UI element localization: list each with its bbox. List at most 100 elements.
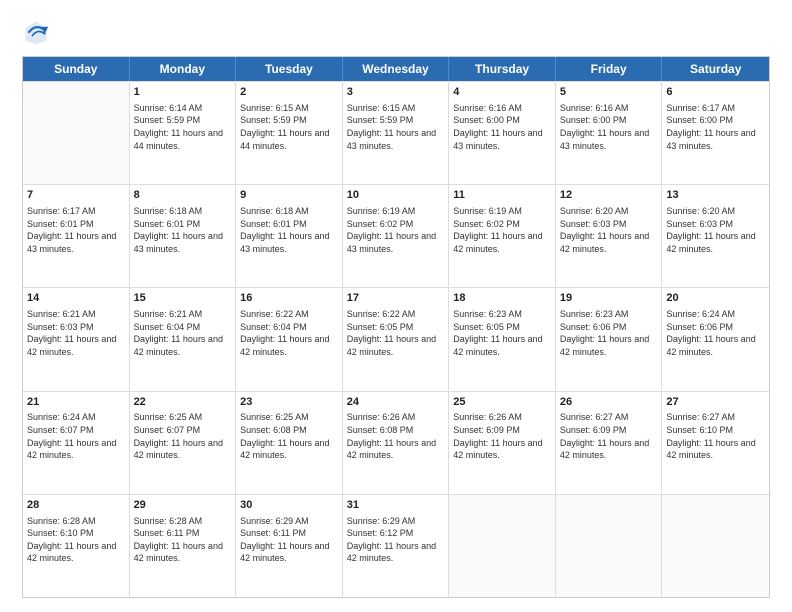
calendar-cell bbox=[23, 82, 130, 184]
cell-info: Sunrise: 6:27 AMSunset: 6:09 PMDaylight:… bbox=[560, 411, 658, 461]
calendar-row-0: 1Sunrise: 6:14 AMSunset: 5:59 PMDaylight… bbox=[23, 81, 769, 184]
day-number: 25 bbox=[453, 395, 551, 410]
logo bbox=[22, 18, 54, 46]
calendar-cell: 25Sunrise: 6:26 AMSunset: 6:09 PMDayligh… bbox=[449, 392, 556, 494]
day-number: 27 bbox=[666, 395, 765, 410]
header-day-tuesday: Tuesday bbox=[236, 57, 343, 81]
header-day-sunday: Sunday bbox=[23, 57, 130, 81]
calendar: SundayMondayTuesdayWednesdayThursdayFrid… bbox=[22, 56, 770, 598]
day-number: 14 bbox=[27, 291, 125, 306]
day-number: 8 bbox=[134, 188, 232, 203]
calendar-cell: 3 Sunrise: 6:15 AMSunset: 5:59 PMDaylight… bbox=[343, 82, 450, 184]
calendar-cell bbox=[449, 495, 556, 597]
page: SundayMondayTuesdayWednesdayThursdayFrid… bbox=[0, 0, 792, 612]
calendar-cell: 21Sunrise: 6:24 AMSunset: 6:07 PMDayligh… bbox=[23, 392, 130, 494]
calendar-cell: 9Sunrise: 6:18 AMSunset: 6:01 PMDaylight… bbox=[236, 185, 343, 287]
day-number: 12 bbox=[560, 188, 658, 203]
calendar-cell: 17 Sunrise: 6:22 AMSunset: 6:05 PMDayligh… bbox=[343, 288, 450, 390]
day-number: 10 bbox=[347, 188, 445, 203]
cell-info: Sunrise: 6:21 AMSunset: 6:04 PMDaylight:… bbox=[134, 308, 232, 358]
calendar-row-1: 7 Sunrise: 6:17 AMSunset: 6:01 PMDaylight… bbox=[23, 184, 769, 287]
cell-info: Sunrise: 6:26 AMSunset: 6:08 PMDaylight:… bbox=[347, 411, 445, 461]
calendar-cell: 29 Sunrise: 6:28 AMSunset: 6:11 PMDayligh… bbox=[130, 495, 237, 597]
calendar-cell: 7 Sunrise: 6:17 AMSunset: 6:01 PMDaylight… bbox=[23, 185, 130, 287]
cell-info: Sunrise: 6:15 AMSunset: 5:59 PMDaylight:… bbox=[240, 102, 338, 152]
cell-info: Sunrise: 6:17 AMSunset: 6:00 PMDaylight:… bbox=[666, 102, 765, 152]
day-number: 6 bbox=[666, 85, 765, 100]
calendar-cell: 13Sunrise: 6:20 AMSunset: 6:03 PMDayligh… bbox=[662, 185, 769, 287]
header-day-wednesday: Wednesday bbox=[343, 57, 450, 81]
calendar-cell: 23Sunrise: 6:25 AMSunset: 6:08 PMDayligh… bbox=[236, 392, 343, 494]
day-number: 23 bbox=[240, 395, 338, 410]
day-number: 4 bbox=[453, 85, 551, 100]
header-day-saturday: Saturday bbox=[662, 57, 769, 81]
cell-info: Sunrise: 6:25 AMSunset: 6:08 PMDaylight:… bbox=[240, 411, 338, 461]
cell-info: Sunrise: 6:29 AMSunset: 6:11 PMDaylight:… bbox=[240, 515, 338, 565]
calendar-body: 1Sunrise: 6:14 AMSunset: 5:59 PMDaylight… bbox=[23, 81, 769, 597]
cell-info: Sunrise: 6:23 AMSunset: 6:05 PMDaylight:… bbox=[453, 308, 551, 358]
logo-icon bbox=[22, 18, 50, 46]
calendar-cell bbox=[556, 495, 663, 597]
calendar-cell: 18Sunrise: 6:23 AMSunset: 6:05 PMDayligh… bbox=[449, 288, 556, 390]
day-number: 28 bbox=[27, 498, 125, 513]
cell-info: Sunrise: 6:15 AMSunset: 5:59 PMDaylight:… bbox=[347, 102, 445, 152]
calendar-row-2: 14 Sunrise: 6:21 AMSunset: 6:03 PMDayligh… bbox=[23, 287, 769, 390]
calendar-cell: 4 Sunrise: 6:16 AMSunset: 6:00 PMDaylight… bbox=[449, 82, 556, 184]
day-number: 3 bbox=[347, 85, 445, 100]
day-number: 30 bbox=[240, 498, 338, 513]
day-number: 21 bbox=[27, 395, 125, 410]
header-day-friday: Friday bbox=[556, 57, 663, 81]
cell-info: Sunrise: 6:20 AMSunset: 6:03 PMDaylight:… bbox=[666, 205, 765, 255]
calendar-cell: 26Sunrise: 6:27 AMSunset: 6:09 PMDayligh… bbox=[556, 392, 663, 494]
calendar-cell: 8 Sunrise: 6:18 AMSunset: 6:01 PMDaylight… bbox=[130, 185, 237, 287]
cell-info: Sunrise: 6:18 AMSunset: 6:01 PMDaylight:… bbox=[134, 205, 232, 255]
cell-info: Sunrise: 6:16 AMSunset: 6:00 PMDaylight:… bbox=[560, 102, 658, 152]
cell-info: Sunrise: 6:27 AMSunset: 6:10 PMDaylight:… bbox=[666, 411, 765, 461]
day-number: 19 bbox=[560, 291, 658, 306]
calendar-cell: 22Sunrise: 6:25 AMSunset: 6:07 PMDayligh… bbox=[130, 392, 237, 494]
cell-info: Sunrise: 6:22 AMSunset: 6:04 PMDaylight:… bbox=[240, 308, 338, 358]
day-number: 9 bbox=[240, 188, 338, 203]
cell-info: Sunrise: 6:28 AMSunset: 6:10 PMDaylight:… bbox=[27, 515, 125, 565]
cell-info: Sunrise: 6:25 AMSunset: 6:07 PMDaylight:… bbox=[134, 411, 232, 461]
day-number: 16 bbox=[240, 291, 338, 306]
calendar-cell: 31Sunrise: 6:29 AMSunset: 6:12 PMDayligh… bbox=[343, 495, 450, 597]
calendar-cell: 12 Sunrise: 6:20 AMSunset: 6:03 PMDayligh… bbox=[556, 185, 663, 287]
day-number: 22 bbox=[134, 395, 232, 410]
day-number: 7 bbox=[27, 188, 125, 203]
cell-info: Sunrise: 6:16 AMSunset: 6:00 PMDaylight:… bbox=[453, 102, 551, 152]
calendar-cell: 6 Sunrise: 6:17 AMSunset: 6:00 PMDaylight… bbox=[662, 82, 769, 184]
cell-info: Sunrise: 6:24 AMSunset: 6:06 PMDaylight:… bbox=[666, 308, 765, 358]
day-number: 5 bbox=[560, 85, 658, 100]
cell-info: Sunrise: 6:17 AMSunset: 6:01 PMDaylight:… bbox=[27, 205, 125, 255]
cell-info: Sunrise: 6:20 AMSunset: 6:03 PMDaylight:… bbox=[560, 205, 658, 255]
calendar-cell: 16 Sunrise: 6:22 AMSunset: 6:04 PMDayligh… bbox=[236, 288, 343, 390]
cell-info: Sunrise: 6:21 AMSunset: 6:03 PMDaylight:… bbox=[27, 308, 125, 358]
day-number: 29 bbox=[134, 498, 232, 513]
calendar-cell: 24Sunrise: 6:26 AMSunset: 6:08 PMDayligh… bbox=[343, 392, 450, 494]
calendar-cell: 2 Sunrise: 6:15 AMSunset: 5:59 PMDaylight… bbox=[236, 82, 343, 184]
calendar-cell: 11 Sunrise: 6:19 AMSunset: 6:02 PMDayligh… bbox=[449, 185, 556, 287]
cell-info: Sunrise: 6:19 AMSunset: 6:02 PMDaylight:… bbox=[453, 205, 551, 255]
calendar-cell: 30 Sunrise: 6:29 AMSunset: 6:11 PMDayligh… bbox=[236, 495, 343, 597]
cell-info: Sunrise: 6:19 AMSunset: 6:02 PMDaylight:… bbox=[347, 205, 445, 255]
calendar-cell: 20Sunrise: 6:24 AMSunset: 6:06 PMDayligh… bbox=[662, 288, 769, 390]
day-number: 1 bbox=[134, 85, 232, 100]
header-day-monday: Monday bbox=[130, 57, 237, 81]
cell-info: Sunrise: 6:24 AMSunset: 6:07 PMDaylight:… bbox=[27, 411, 125, 461]
cell-info: Sunrise: 6:28 AMSunset: 6:11 PMDaylight:… bbox=[134, 515, 232, 565]
calendar-cell: 19Sunrise: 6:23 AMSunset: 6:06 PMDayligh… bbox=[556, 288, 663, 390]
calendar-cell: 14 Sunrise: 6:21 AMSunset: 6:03 PMDayligh… bbox=[23, 288, 130, 390]
day-number: 2 bbox=[240, 85, 338, 100]
day-number: 17 bbox=[347, 291, 445, 306]
calendar-header: SundayMondayTuesdayWednesdayThursdayFrid… bbox=[23, 57, 769, 81]
calendar-cell: 28 Sunrise: 6:28 AMSunset: 6:10 PMDayligh… bbox=[23, 495, 130, 597]
calendar-cell: 1Sunrise: 6:14 AMSunset: 5:59 PMDaylight… bbox=[130, 82, 237, 184]
calendar-cell: 15Sunrise: 6:21 AMSunset: 6:04 PMDayligh… bbox=[130, 288, 237, 390]
calendar-row-4: 28 Sunrise: 6:28 AMSunset: 6:10 PMDayligh… bbox=[23, 494, 769, 597]
calendar-cell: 10 Sunrise: 6:19 AMSunset: 6:02 PMDayligh… bbox=[343, 185, 450, 287]
cell-info: Sunrise: 6:22 AMSunset: 6:05 PMDaylight:… bbox=[347, 308, 445, 358]
day-number: 11 bbox=[453, 188, 551, 203]
cell-info: Sunrise: 6:29 AMSunset: 6:12 PMDaylight:… bbox=[347, 515, 445, 565]
cell-info: Sunrise: 6:26 AMSunset: 6:09 PMDaylight:… bbox=[453, 411, 551, 461]
